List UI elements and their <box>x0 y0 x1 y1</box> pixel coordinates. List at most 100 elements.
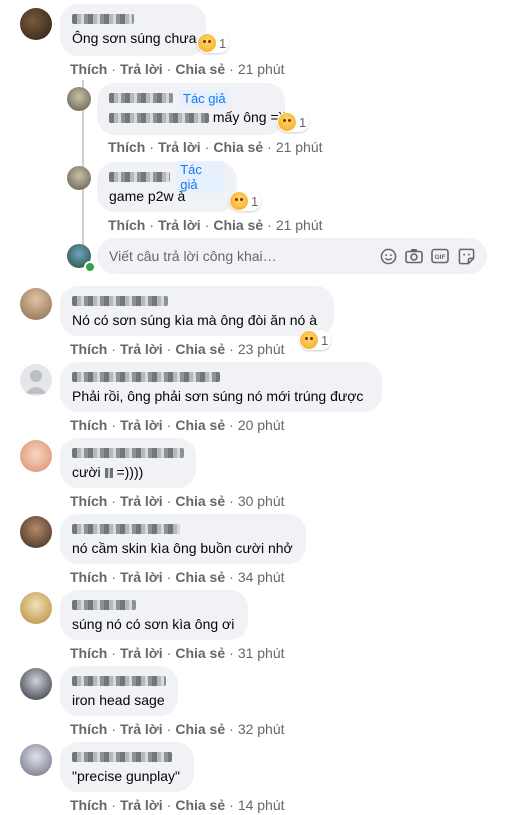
svg-text:GIF: GIF <box>435 254 446 261</box>
blurred-author-name[interactable] <box>72 600 136 610</box>
blurred-text <box>104 468 113 479</box>
blurred-author-name[interactable] <box>72 752 172 762</box>
comment-actions: Thích · Trả lời · Chia sẻ · 21 phút <box>108 217 323 233</box>
like-link[interactable]: Thích <box>70 645 107 661</box>
timestamp[interactable]: 23 phút <box>238 341 285 357</box>
comment-actions: Thích · Trả lời · Chia sẻ · 21 phút <box>70 61 285 77</box>
blurred-author-name[interactable] <box>72 14 134 24</box>
share-link[interactable]: Chia sẻ <box>175 341 225 357</box>
reply-link[interactable]: Trả lời <box>120 61 163 77</box>
timestamp[interactable]: 31 phút <box>238 645 285 661</box>
online-status-dot <box>84 261 96 273</box>
reply-input[interactable]: Viết câu trả lời công khai… GIF <box>97 238 487 274</box>
share-link[interactable]: Chia sẻ <box>175 417 225 433</box>
timestamp[interactable]: 20 phút <box>238 417 285 433</box>
camera-icon[interactable] <box>405 247 423 265</box>
like-link[interactable]: Thích <box>70 797 107 813</box>
reply-bubble: Tác giả game p2w à <box>97 161 237 212</box>
reaction-badge[interactable]: 1 <box>299 330 332 350</box>
reaction-badge[interactable]: 1 <box>229 191 262 211</box>
share-link[interactable]: Chia sẻ <box>175 493 225 509</box>
blurred-author-name[interactable] <box>72 448 184 458</box>
timestamp[interactable]: 21 phút <box>276 139 323 155</box>
timestamp[interactable]: 32 phút <box>238 721 285 737</box>
reply-link[interactable]: Trả lời <box>158 139 201 155</box>
avatar[interactable] <box>20 364 52 396</box>
share-link[interactable]: Chia sẻ <box>175 645 225 661</box>
like-link[interactable]: Thích <box>70 493 107 509</box>
blurred-author-name[interactable] <box>72 524 180 534</box>
reaction-count: 1 <box>299 114 307 130</box>
share-link[interactable]: Chia sẻ <box>213 139 263 155</box>
avatar[interactable] <box>20 440 52 472</box>
comment-actions: Thích · Trả lời · Chia sẻ · 31 phút <box>70 645 285 661</box>
comment-actions: Thích · Trả lời · Chia sẻ · 32 phút <box>70 721 285 737</box>
timestamp[interactable]: 30 phút <box>238 493 285 509</box>
avatar[interactable] <box>20 516 52 548</box>
avatar[interactable] <box>67 166 91 190</box>
reply-link[interactable]: Trả lời <box>120 417 163 433</box>
reply-link[interactable]: Trả lời <box>120 569 163 585</box>
avatar[interactable] <box>20 668 52 700</box>
like-link[interactable]: Thích <box>108 139 145 155</box>
reply-link[interactable]: Trả lời <box>158 217 201 233</box>
avatar[interactable] <box>20 8 52 40</box>
emoji-icon[interactable] <box>379 247 397 265</box>
like-link[interactable]: Thích <box>70 721 107 737</box>
like-link[interactable]: Thích <box>70 61 107 77</box>
reply-link[interactable]: Trả lời <box>120 797 163 813</box>
comment-text: cười <box>72 464 101 480</box>
comment-actions: Thích · Trả lời · Chia sẻ · 30 phút <box>70 493 285 509</box>
reply-bubble: Tác giả mấy ông =)) <box>97 83 288 135</box>
blurred-author-name[interactable] <box>109 93 173 103</box>
gif-icon[interactable]: GIF <box>431 247 449 265</box>
comment-text: Nó có sơn súng kìa mà ông đòi ăn nó à <box>72 312 317 328</box>
blurred-author-name[interactable] <box>72 676 166 686</box>
share-link[interactable]: Chia sẻ <box>175 569 225 585</box>
timestamp[interactable]: 21 phút <box>238 61 285 77</box>
like-link[interactable]: Thích <box>108 217 145 233</box>
avatar[interactable] <box>20 592 52 624</box>
sad-reaction-icon <box>300 331 318 349</box>
like-link[interactable]: Thích <box>70 341 107 357</box>
timestamp[interactable]: 14 phút <box>238 797 285 813</box>
comment-text: Ông sơn súng chưa <box>72 30 197 46</box>
timestamp[interactable]: 21 phút <box>276 217 323 233</box>
reply-link[interactable]: Trả lời <box>120 721 163 737</box>
like-link[interactable]: Thích <box>70 569 107 585</box>
share-link[interactable]: Chia sẻ <box>175 721 225 737</box>
like-link[interactable]: Thích <box>70 417 107 433</box>
timestamp[interactable]: 34 phút <box>238 569 285 585</box>
share-link[interactable]: Chia sẻ <box>213 217 263 233</box>
comment-bubble: "precise gunplay" <box>60 742 194 792</box>
comment-bubble: nó cầm skin kìa ông buồn cười nhở <box>60 514 306 564</box>
author-badge: Tác giả <box>179 89 230 107</box>
reply-link[interactable]: Trả lời <box>120 645 163 661</box>
sad-reaction-icon <box>198 34 216 52</box>
comment-actions: Thích · Trả lời · Chia sẻ · 34 phút <box>70 569 285 585</box>
avatar[interactable] <box>20 744 52 776</box>
reaction-badge[interactable]: 1 <box>277 112 310 132</box>
reply-placeholder: Viết câu trả lời công khai… <box>109 248 277 264</box>
comment-bubble: iron head sage <box>60 666 178 716</box>
comment-actions: Thích · Trả lời · Chia sẻ · 20 phút <box>70 417 285 433</box>
blurred-author-name[interactable] <box>72 372 220 382</box>
comment-actions: Thích · Trả lời · Chia sẻ · 14 phút <box>70 797 285 813</box>
reaction-count: 1 <box>251 193 259 209</box>
comment-bubble: Phải rồi, ông phải sơn súng nó mới trúng… <box>60 362 382 412</box>
reply-link[interactable]: Trả lời <box>120 493 163 509</box>
avatar[interactable] <box>20 288 52 320</box>
share-link[interactable]: Chia sẻ <box>175 797 225 813</box>
comment-text: =)))) <box>116 464 144 480</box>
blurred-author-name[interactable] <box>109 172 171 182</box>
reaction-count: 1 <box>321 332 329 348</box>
blurred-author-name[interactable] <box>72 296 168 306</box>
sticker-icon[interactable] <box>457 247 475 265</box>
sad-reaction-icon <box>230 192 248 210</box>
reaction-badge[interactable]: 1 <box>197 33 230 53</box>
share-link[interactable]: Chia sẻ <box>175 61 225 77</box>
comment-actions: Thích · Trả lời · Chia sẻ · 21 phút <box>108 139 323 155</box>
comment-text: "precise gunplay" <box>72 768 181 784</box>
avatar[interactable] <box>67 87 91 111</box>
reply-link[interactable]: Trả lời <box>120 341 163 357</box>
